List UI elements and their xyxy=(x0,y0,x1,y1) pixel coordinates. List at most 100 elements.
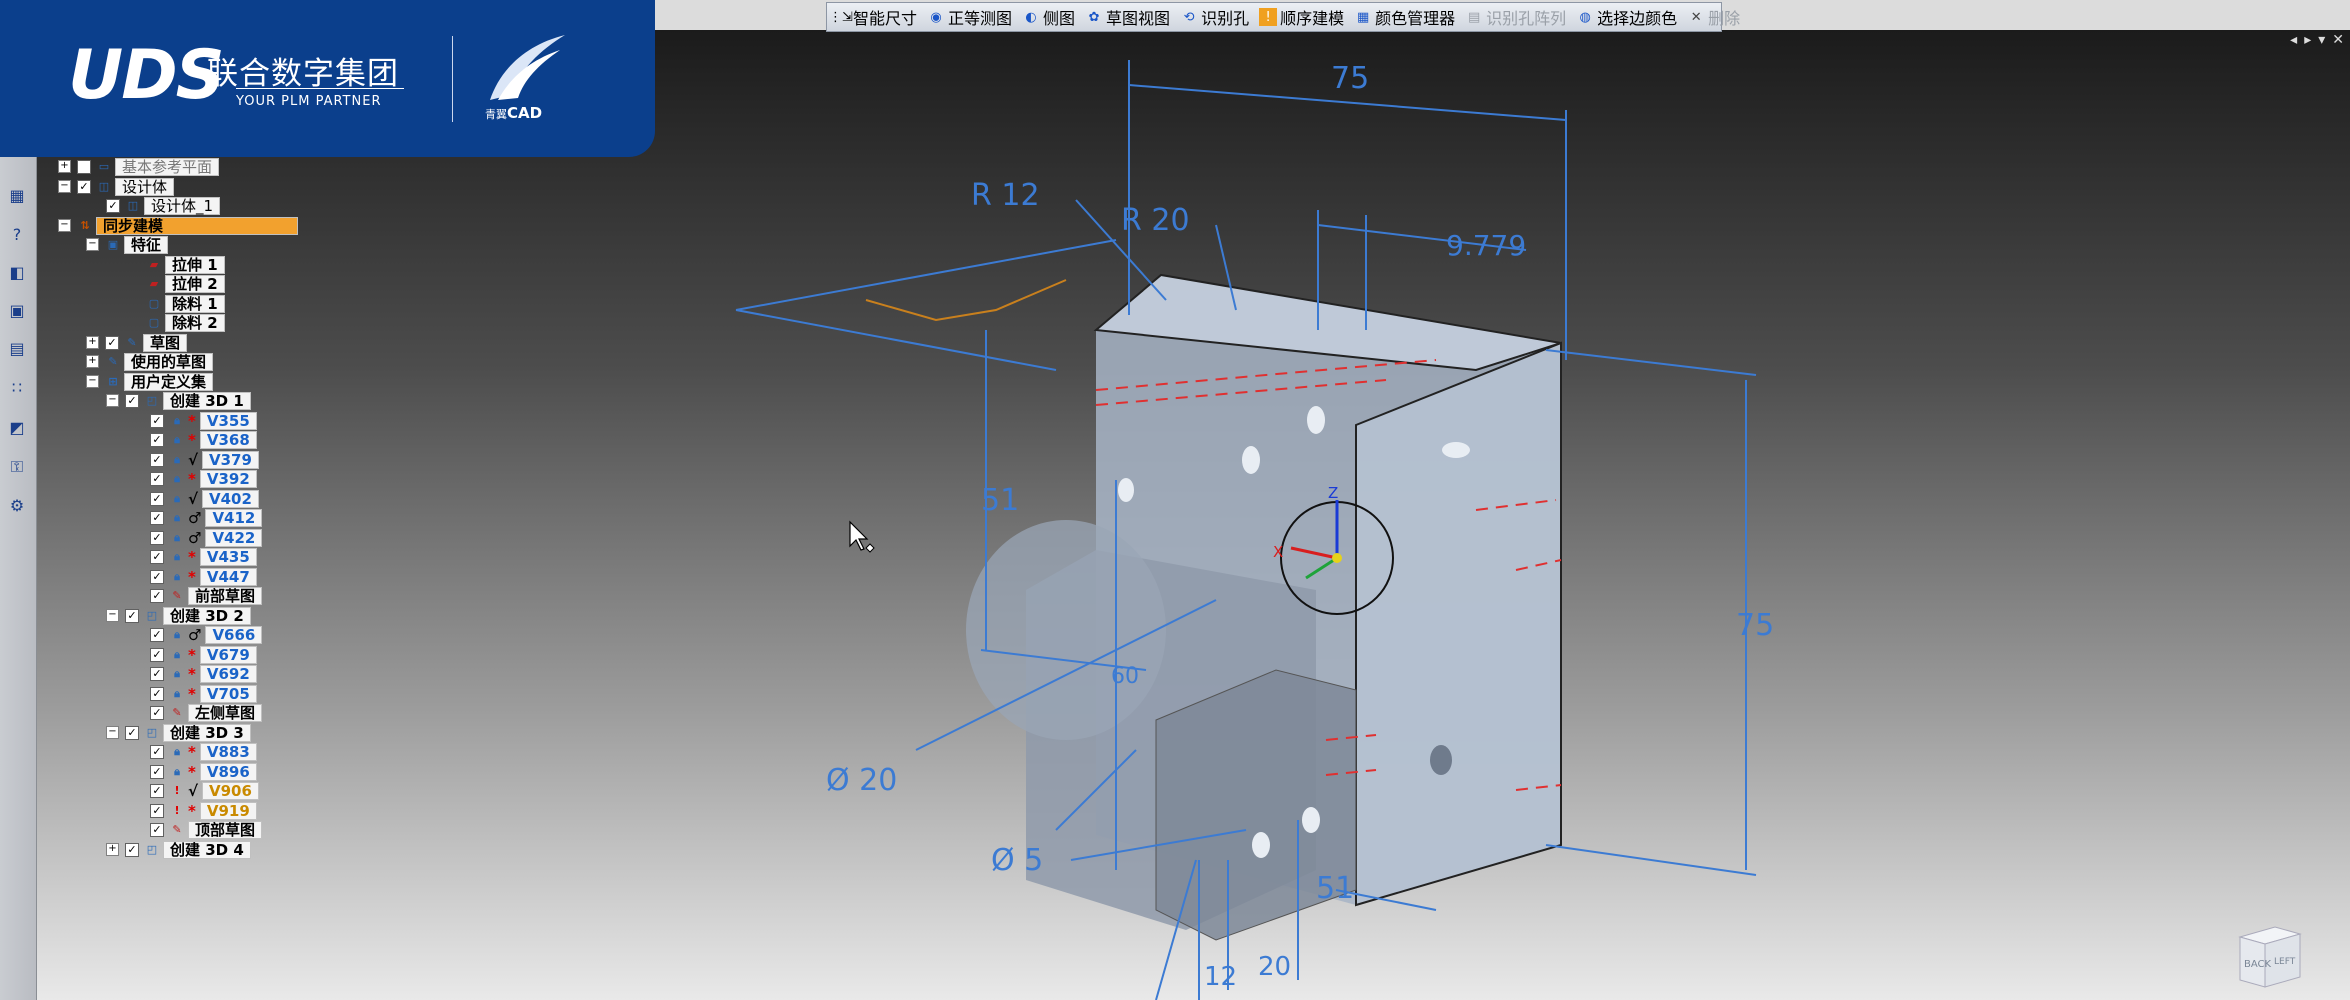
tree-row-cut2[interactable]: ▢ 除料 2 xyxy=(146,313,225,332)
tree-row-user-defined-set[interactable]: − ⊞ 用户定义集 xyxy=(86,372,214,391)
tree-row-v392[interactable]: ✓ 🔒︎ * V392 xyxy=(150,469,257,488)
toolbar-delete[interactable]: ✕ 删除 xyxy=(1682,4,1745,30)
checkbox[interactable]: ✓ xyxy=(105,335,119,350)
tree-row-create3d3[interactable]: − ✓ ◰ 创建 3D 3 xyxy=(106,723,251,742)
checkbox[interactable] xyxy=(77,159,91,174)
toolbar-recognize-hole[interactable]: ⟲ 识别孔 xyxy=(1175,4,1254,30)
toolbar-color-manager[interactable]: ▦ 颜色管理器 xyxy=(1349,4,1460,30)
tree-row-v692[interactable]: ✓ 🔒︎ * V692 xyxy=(150,664,257,683)
key-icon[interactable]: ⚿ xyxy=(5,455,29,479)
collapse-icon[interactable]: − xyxy=(58,180,71,193)
checkbox[interactable]: ✓ xyxy=(150,627,164,642)
checkbox[interactable]: ✓ xyxy=(150,822,164,837)
tree-row-create3d2[interactable]: − ✓ ◰ 创建 3D 2 xyxy=(106,606,251,625)
collapse-icon[interactable]: − xyxy=(106,726,119,739)
tree-row-v447[interactable]: ✓ 🔒︎ * V447 xyxy=(150,567,257,586)
checkbox[interactable]: ✓ xyxy=(150,471,164,486)
expand-icon[interactable]: + xyxy=(86,336,99,349)
tree-row-v435[interactable]: ✓ 🔒︎ * V435 xyxy=(150,547,257,566)
checkbox[interactable]: ✓ xyxy=(125,842,139,857)
tree-row-v679[interactable]: ✓ 🔒︎ * V679 xyxy=(150,645,257,664)
tree-row-create3d4[interactable]: + ✓ ◰ 创建 3D 4 xyxy=(106,840,251,859)
toolbar-sketch-view[interactable]: ✿ 草图视图 xyxy=(1080,4,1175,30)
checkbox[interactable]: ✓ xyxy=(150,452,164,467)
checkbox[interactable]: ✓ xyxy=(150,432,164,447)
checkbox[interactable]: ✓ xyxy=(150,569,164,584)
tree-row-used-sketch[interactable]: + ✎ 使用的草图 xyxy=(86,352,214,371)
checkbox[interactable]: ✓ xyxy=(125,725,139,740)
tree-row-extrude2[interactable]: ▰ 拉伸 2 xyxy=(146,274,225,293)
checkbox[interactable]: ✓ xyxy=(150,666,164,681)
tree-row-v412[interactable]: ✓ 🔒︎ ♂ V412 xyxy=(150,508,263,527)
toolbar-select-edge-color[interactable]: ◍ 选择边颜色 xyxy=(1571,4,1682,30)
checkbox[interactable]: ✓ xyxy=(150,647,164,662)
tree-row-v919[interactable]: ✓! * V919 xyxy=(150,801,257,820)
tree-row-sync-modeling[interactable]: − ⇅ 同步建模 xyxy=(58,216,298,235)
navcube-back-face[interactable]: BACK xyxy=(2244,959,2272,970)
tree-row-extrude1[interactable]: ▰ 拉伸 1 xyxy=(146,255,225,274)
assembly-icon[interactable]: ▤ xyxy=(5,336,29,360)
tree-row-cut1[interactable]: ▢ 除料 1 xyxy=(146,294,225,313)
checkbox[interactable]: ✓ xyxy=(77,179,91,194)
collapse-icon[interactable]: − xyxy=(86,238,99,251)
checkbox[interactable]: ✓ xyxy=(125,608,139,623)
tree-row-v896[interactable]: ✓ 🔒︎ * V896 xyxy=(150,762,257,781)
scroll-left-icon[interactable]: ◂ xyxy=(2290,32,2297,48)
collapse-icon[interactable]: − xyxy=(58,219,71,232)
scroll-right-icon[interactable]: ▸ xyxy=(2304,32,2311,48)
close-icon[interactable]: ✕ xyxy=(2332,32,2344,48)
toolbar-isometric-view[interactable]: ◉ 正等测图 xyxy=(922,4,1017,30)
checkbox[interactable]: ✓ xyxy=(106,198,120,213)
settings-icon[interactable]: ⚙ xyxy=(5,493,29,517)
checkbox[interactable]: ✓ xyxy=(150,705,164,720)
tree-row-v402[interactable]: ✓ 🔒︎ √ V402 xyxy=(150,489,259,508)
expand-icon[interactable]: + xyxy=(86,355,99,368)
tree-row-v666[interactable]: ✓ 🔒︎ ♂ V666 xyxy=(150,625,263,644)
checkbox[interactable]: ✓ xyxy=(150,744,164,759)
view-navigation-cube[interactable]: BACK LEFT xyxy=(2230,912,2310,992)
collapse-icon[interactable]: − xyxy=(86,375,99,388)
tree-row-base-ref[interactable]: + ▭ 基本参考平面 xyxy=(58,157,220,176)
help-icon[interactable]: ? xyxy=(5,222,29,246)
tree-row-design-body-1[interactable]: ✓ ◫ 设计体_1 xyxy=(106,196,221,215)
layers-icon[interactable]: ◧ xyxy=(5,260,29,284)
checkbox[interactable]: ✓ xyxy=(150,549,164,564)
collapse-icon[interactable]: − xyxy=(106,609,119,622)
tree-row-v705[interactable]: ✓ 🔒︎ * V705 xyxy=(150,684,257,703)
checkbox[interactable]: ✓ xyxy=(150,491,164,506)
checkbox[interactable]: ✓ xyxy=(150,413,164,428)
tree-row-v355[interactable]: ✓ 🔒︎ * V355 xyxy=(150,411,257,430)
tree-row-v379[interactable]: ✓ 🔒︎ √ V379 xyxy=(150,450,259,469)
checkbox[interactable]: ✓ xyxy=(150,530,164,545)
tree-row-sketch[interactable]: + ✓ ✎ 草图 xyxy=(86,333,188,352)
tree-row-create3d1[interactable]: − ✓ ◰ 创建 3D 1 xyxy=(106,391,251,410)
checkbox[interactable]: ✓ xyxy=(125,393,139,408)
checkbox[interactable]: ✓ xyxy=(150,588,164,603)
tree-row-front-sketch[interactable]: ✓ ✎ 前部草图 xyxy=(150,586,263,605)
tree-row-v422[interactable]: ✓ 🔒︎ ♂ V422 xyxy=(150,528,263,547)
feature-library-icon[interactable]: ▦ xyxy=(5,183,29,207)
dropdown-icon[interactable]: ▾ xyxy=(2318,32,2325,48)
tree-row-features[interactable]: − ▣ 特征 xyxy=(86,235,169,254)
collapse-icon[interactable]: − xyxy=(106,394,119,407)
checkbox[interactable]: ✓ xyxy=(150,764,164,779)
checkbox[interactable]: ✓ xyxy=(150,686,164,701)
tree-row-left-sketch[interactable]: ✓ ✎ 左侧草图 xyxy=(150,703,263,722)
tree-row-design-body[interactable]: − ✓ ◫ 设计体 xyxy=(58,177,175,196)
points-icon[interactable]: ∷ xyxy=(5,375,29,399)
checkbox[interactable]: ✓ xyxy=(150,510,164,525)
checkbox[interactable]: ✓ xyxy=(150,803,164,818)
color-icon[interactable]: ◩ xyxy=(5,415,29,439)
toolbar-smart-dimension[interactable]: ⋮⇲ 智能尺寸 xyxy=(827,4,922,30)
tree-row-v368[interactable]: ✓ 🔒︎ * V368 xyxy=(150,430,257,449)
checkbox[interactable]: ✓ xyxy=(150,783,164,798)
tree-row-v906[interactable]: ✓! √ V906 xyxy=(150,781,259,800)
tree-row-top-sketch[interactable]: ✓ ✎ 顶部草图 xyxy=(150,820,263,839)
tree-row-v883[interactable]: ✓ 🔒︎ * V883 xyxy=(150,742,257,761)
toolbar-recognize-hole-pattern[interactable]: ▤ 识别孔阵列 xyxy=(1460,4,1571,30)
toolbar-side-view[interactable]: ◐ 侧图 xyxy=(1017,4,1080,30)
appearance-icon[interactable]: ▣ xyxy=(5,298,29,322)
toolbar-ordered-modeling[interactable]: ! 顺序建模 xyxy=(1254,4,1349,30)
expand-icon[interactable]: + xyxy=(58,160,71,173)
expand-icon[interactable]: + xyxy=(106,843,119,856)
